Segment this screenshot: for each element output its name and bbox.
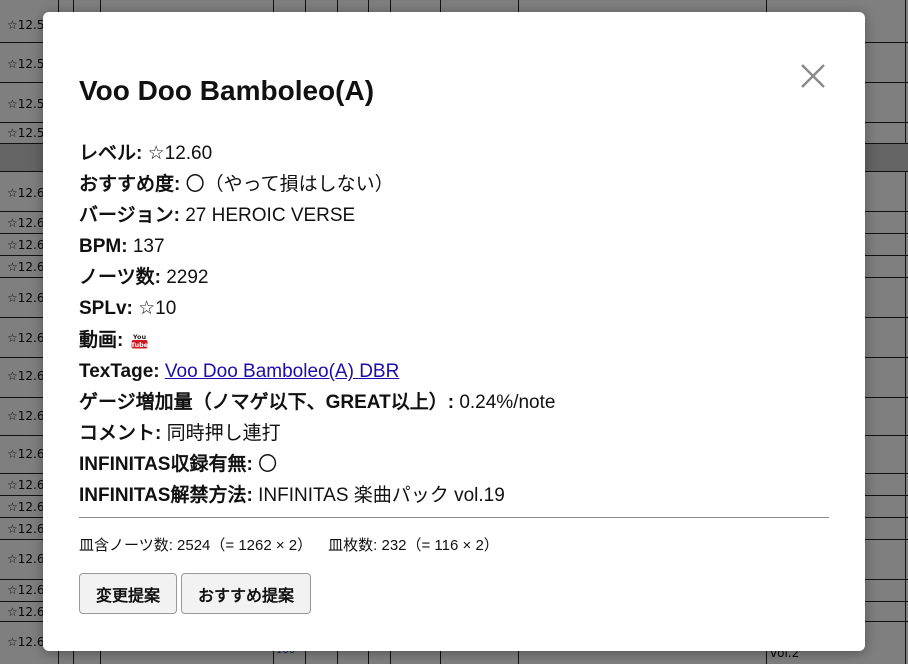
field-value: 0.24%/note xyxy=(459,391,556,413)
field-label: コメント: xyxy=(79,422,162,444)
field-value: 〇（やって損はしない） xyxy=(185,174,394,196)
field-label: レベル: xyxy=(79,143,143,164)
field-value: 2292 xyxy=(166,267,209,289)
field-notes: ノーツ数: 2292 xyxy=(79,262,839,293)
song-detail-modal: Voo Doo Bamboleo(A) レベル: ☆12.60 おすすめ度: 〇… xyxy=(43,12,865,651)
field-textage: TexTage: Voo Doo Bamboleo(A) DBR xyxy=(79,356,839,387)
field-bpm: BPM: 137 xyxy=(79,231,839,262)
svg-text:Tube: Tube xyxy=(131,341,148,349)
youtube-icon[interactable]: You Tube xyxy=(131,332,148,349)
field-value: 27 HEROIC VERSE xyxy=(185,205,356,227)
scratch-notes-text: 皿含ノーツ数: 2524（= 1262 × 2） xyxy=(79,537,313,554)
scratch-count-text: 皿枚数: 232（= 116 × 2） xyxy=(328,537,499,554)
field-level: レベル: ☆12.60 xyxy=(79,138,839,169)
textage-link[interactable]: Voo Doo Bamboleo(A) DBR xyxy=(165,361,399,382)
field-label: バージョン: xyxy=(79,205,180,227)
field-value: 〇 xyxy=(258,453,278,475)
suggest-recommend-button[interactable]: おすすめ提案 xyxy=(181,573,311,614)
field-label: INFINITAS解禁方法: xyxy=(79,485,253,507)
suggest-change-button[interactable]: 変更提案 xyxy=(79,573,177,614)
field-comment: コメント: 同時押し連打 xyxy=(79,418,839,449)
field-gauge: ゲージ増加量（ノマゲ以下、GREAT以上）: 0.24%/note xyxy=(79,387,839,418)
close-button[interactable] xyxy=(795,58,831,94)
field-value: INFINITAS 楽曲パック vol.19 xyxy=(258,485,505,507)
field-label: おすすめ度: xyxy=(79,174,181,196)
field-label: BPM: xyxy=(79,236,128,258)
song-title: Voo Doo Bamboleo(A) xyxy=(79,75,375,106)
divider xyxy=(79,517,829,518)
field-infinitas: INFINITAS収録有無: 〇 xyxy=(79,449,839,480)
field-unlock: INFINITAS解禁方法: INFINITAS 楽曲パック vol.19 xyxy=(79,480,839,511)
field-label: 動画: xyxy=(79,329,124,351)
field-label: INFINITAS収録有無: xyxy=(79,453,253,475)
scratch-summary: 皿含ノーツ数: 2524（= 1262 × 2） 皿枚数: 232（= 116 ×… xyxy=(79,534,499,555)
field-label: SPLv: xyxy=(79,298,133,320)
field-label: TexTage: xyxy=(79,360,160,382)
field-splv: SPLv: ☆10 xyxy=(79,293,839,324)
field-label: ゲージ増加量（ノマゲ以下、GREAT以上）: xyxy=(79,391,455,413)
close-icon xyxy=(801,64,825,88)
field-video: 動画: You Tube xyxy=(79,325,839,356)
field-value: 137 xyxy=(132,236,165,258)
field-version: バージョン: 27 HEROIC VERSE xyxy=(79,200,839,231)
field-value: ☆12.60 xyxy=(147,143,213,164)
field-recommend: おすすめ度: 〇（やって損はしない） xyxy=(79,169,839,200)
field-label: ノーツ数: xyxy=(79,267,161,289)
svg-text:You: You xyxy=(132,333,147,341)
field-value: ☆10 xyxy=(138,298,177,320)
field-value: 同時押し連打 xyxy=(166,422,281,444)
song-fields: レベル: ☆12.60 おすすめ度: 〇（やって損はしない） バージョン: 27… xyxy=(79,138,839,511)
